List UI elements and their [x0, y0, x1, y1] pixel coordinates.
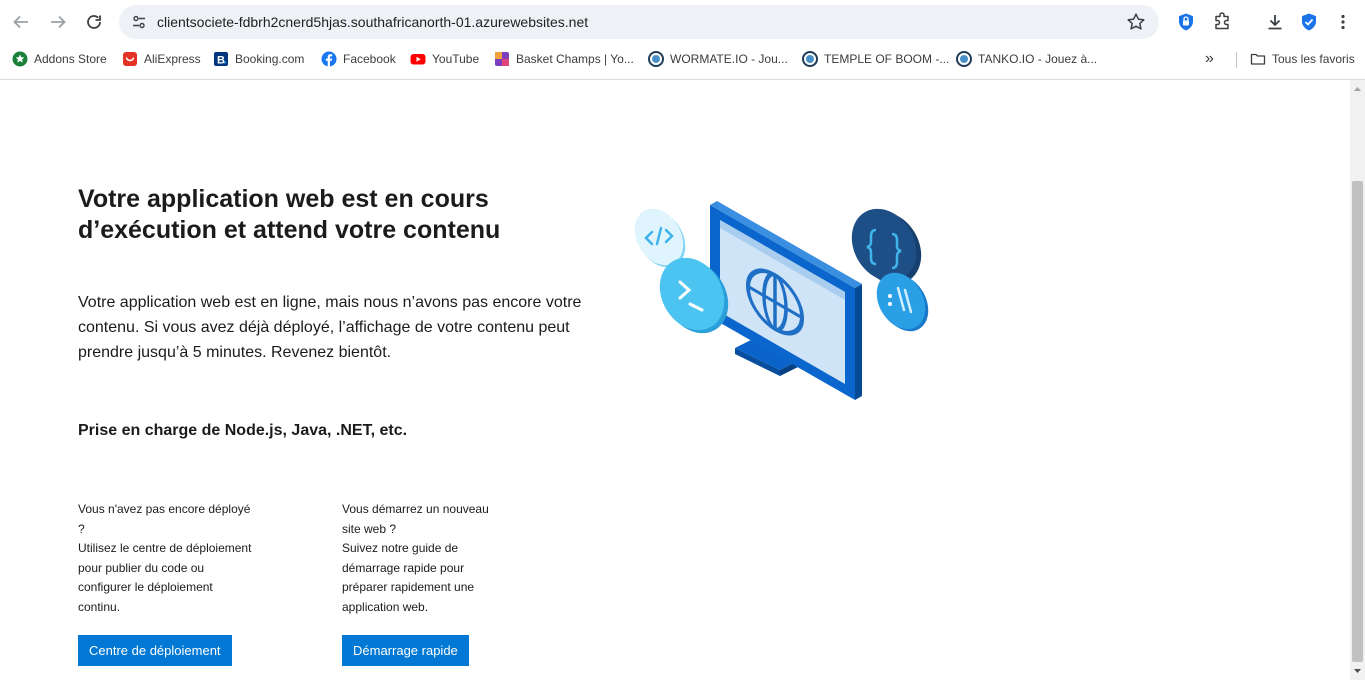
bookmark-label: Facebook: [343, 52, 396, 66]
deploy-column: Vous n'avez pas encore déployé ? Utilise…: [78, 500, 258, 617]
menu-kebab-icon[interactable]: [1331, 10, 1355, 34]
booking-icon: B: [213, 51, 229, 67]
quickstart-text: Suivez notre guide de démarrage rapide p…: [342, 541, 475, 614]
lead-paragraph: Votre application web est en ligne, mais…: [78, 294, 582, 361]
page-scrollbar[interactable]: [1350, 80, 1365, 680]
temple-of-boom-icon: [802, 51, 818, 67]
reload-button[interactable]: [80, 8, 108, 36]
arrow-right-icon: [51, 15, 66, 29]
bookmark-label: AliExpress: [144, 52, 201, 66]
bookmarks-bar: Addons Store AliExpress B Booking.com Fa…: [0, 44, 1365, 74]
svg-text:B: B: [217, 55, 225, 67]
bookmark-label: WORMATE.IO - Jou...: [670, 52, 788, 66]
facebook-icon: [321, 51, 337, 67]
bookmark-star-icon[interactable]: [1125, 11, 1147, 33]
deploy-question: Vous n'avez pas encore déployé ?: [78, 502, 251, 536]
page-title: Votre application web est en cours d’exé…: [78, 185, 501, 244]
quickstart-column: Vous démarrez un nouveau site web ? Suiv…: [342, 500, 507, 617]
bookmark-wormate[interactable]: WORMATE.IO - Jou...: [648, 50, 788, 68]
page-content: Votre application web est en cours d’exé…: [0, 80, 1350, 680]
back-button[interactable]: [7, 8, 35, 36]
downloads-icon[interactable]: [1263, 10, 1287, 34]
folder-icon: [1250, 51, 1266, 67]
bookmark-booking[interactable]: B Booking.com: [213, 50, 304, 68]
basket-champs-icon: [494, 51, 510, 67]
bookmarks-divider: [1236, 52, 1237, 68]
reload-icon: [87, 15, 101, 29]
wormate-icon: [648, 51, 664, 67]
youtube-icon: [410, 51, 426, 67]
quickstart-question: Vous démarrez un nouveau site web ?: [342, 502, 489, 536]
bookmark-label: TEMPLE OF BOOM -...: [824, 52, 950, 66]
browser-toolbar: clientsociete-fdbrh2cnerd5hjas.southafri…: [0, 0, 1365, 44]
site-info-icon[interactable]: [127, 10, 151, 34]
forward-button[interactable]: [44, 8, 72, 36]
chevron-double-right-icon: »: [1205, 50, 1214, 67]
quickstart-button[interactable]: Démarrage rapide: [342, 635, 469, 666]
scrollbar-thumb[interactable]: [1352, 181, 1363, 662]
bookmark-tanko[interactable]: TANKO.IO - Jouez à...: [956, 50, 1097, 68]
more-bookmarks-button[interactable]: »: [1205, 50, 1214, 68]
bookmark-label: YouTube: [432, 52, 480, 66]
aliexpress-icon: [122, 51, 138, 67]
url-text: clientsociete-fdbrh2cnerd5hjas.southafri…: [157, 14, 589, 30]
bookmark-basket-champs[interactable]: Basket Champs | Yo...: [494, 50, 634, 68]
arrow-left-icon: [13, 15, 28, 29]
bookmark-label: Booking.com: [235, 52, 305, 66]
password-manager-icon[interactable]: [1174, 10, 1198, 34]
tanko-icon: [956, 51, 972, 67]
all-bookmarks-label: Tous les favoris: [1272, 52, 1355, 66]
web-app-illustration: [634, 201, 929, 400]
bookmark-label: Basket Champs | Yo...: [516, 52, 634, 66]
scroll-down-arrow-icon[interactable]: [1353, 667, 1362, 676]
address-bar[interactable]: clientsociete-fdbrh2cnerd5hjas.southafri…: [119, 5, 1159, 39]
scroll-up-arrow-icon[interactable]: [1353, 84, 1362, 93]
extensions-icon[interactable]: [1210, 10, 1234, 34]
security-shield-icon[interactable]: [1297, 10, 1321, 34]
bookmark-label: Addons Store: [34, 52, 107, 66]
bookmark-label: TANKO.IO - Jouez à...: [978, 52, 1098, 66]
bookmark-addons-store[interactable]: Addons Store: [12, 50, 107, 68]
all-bookmarks-button[interactable]: Tous les favoris: [1250, 50, 1355, 68]
addons-store-icon: [12, 51, 28, 67]
support-heading: Prise en charge de Node.js, Java, .NET, …: [78, 422, 408, 439]
bookmark-temple-of-boom[interactable]: TEMPLE OF BOOM -...: [802, 50, 949, 68]
bookmark-facebook[interactable]: Facebook: [321, 50, 396, 68]
deploy-text: Utilisez le centre de déploiement pour p…: [78, 541, 252, 614]
deployment-center-button[interactable]: Centre de déploiement: [78, 635, 232, 666]
bookmark-aliexpress[interactable]: AliExpress: [122, 50, 201, 68]
bookmark-youtube[interactable]: YouTube: [410, 50, 479, 68]
